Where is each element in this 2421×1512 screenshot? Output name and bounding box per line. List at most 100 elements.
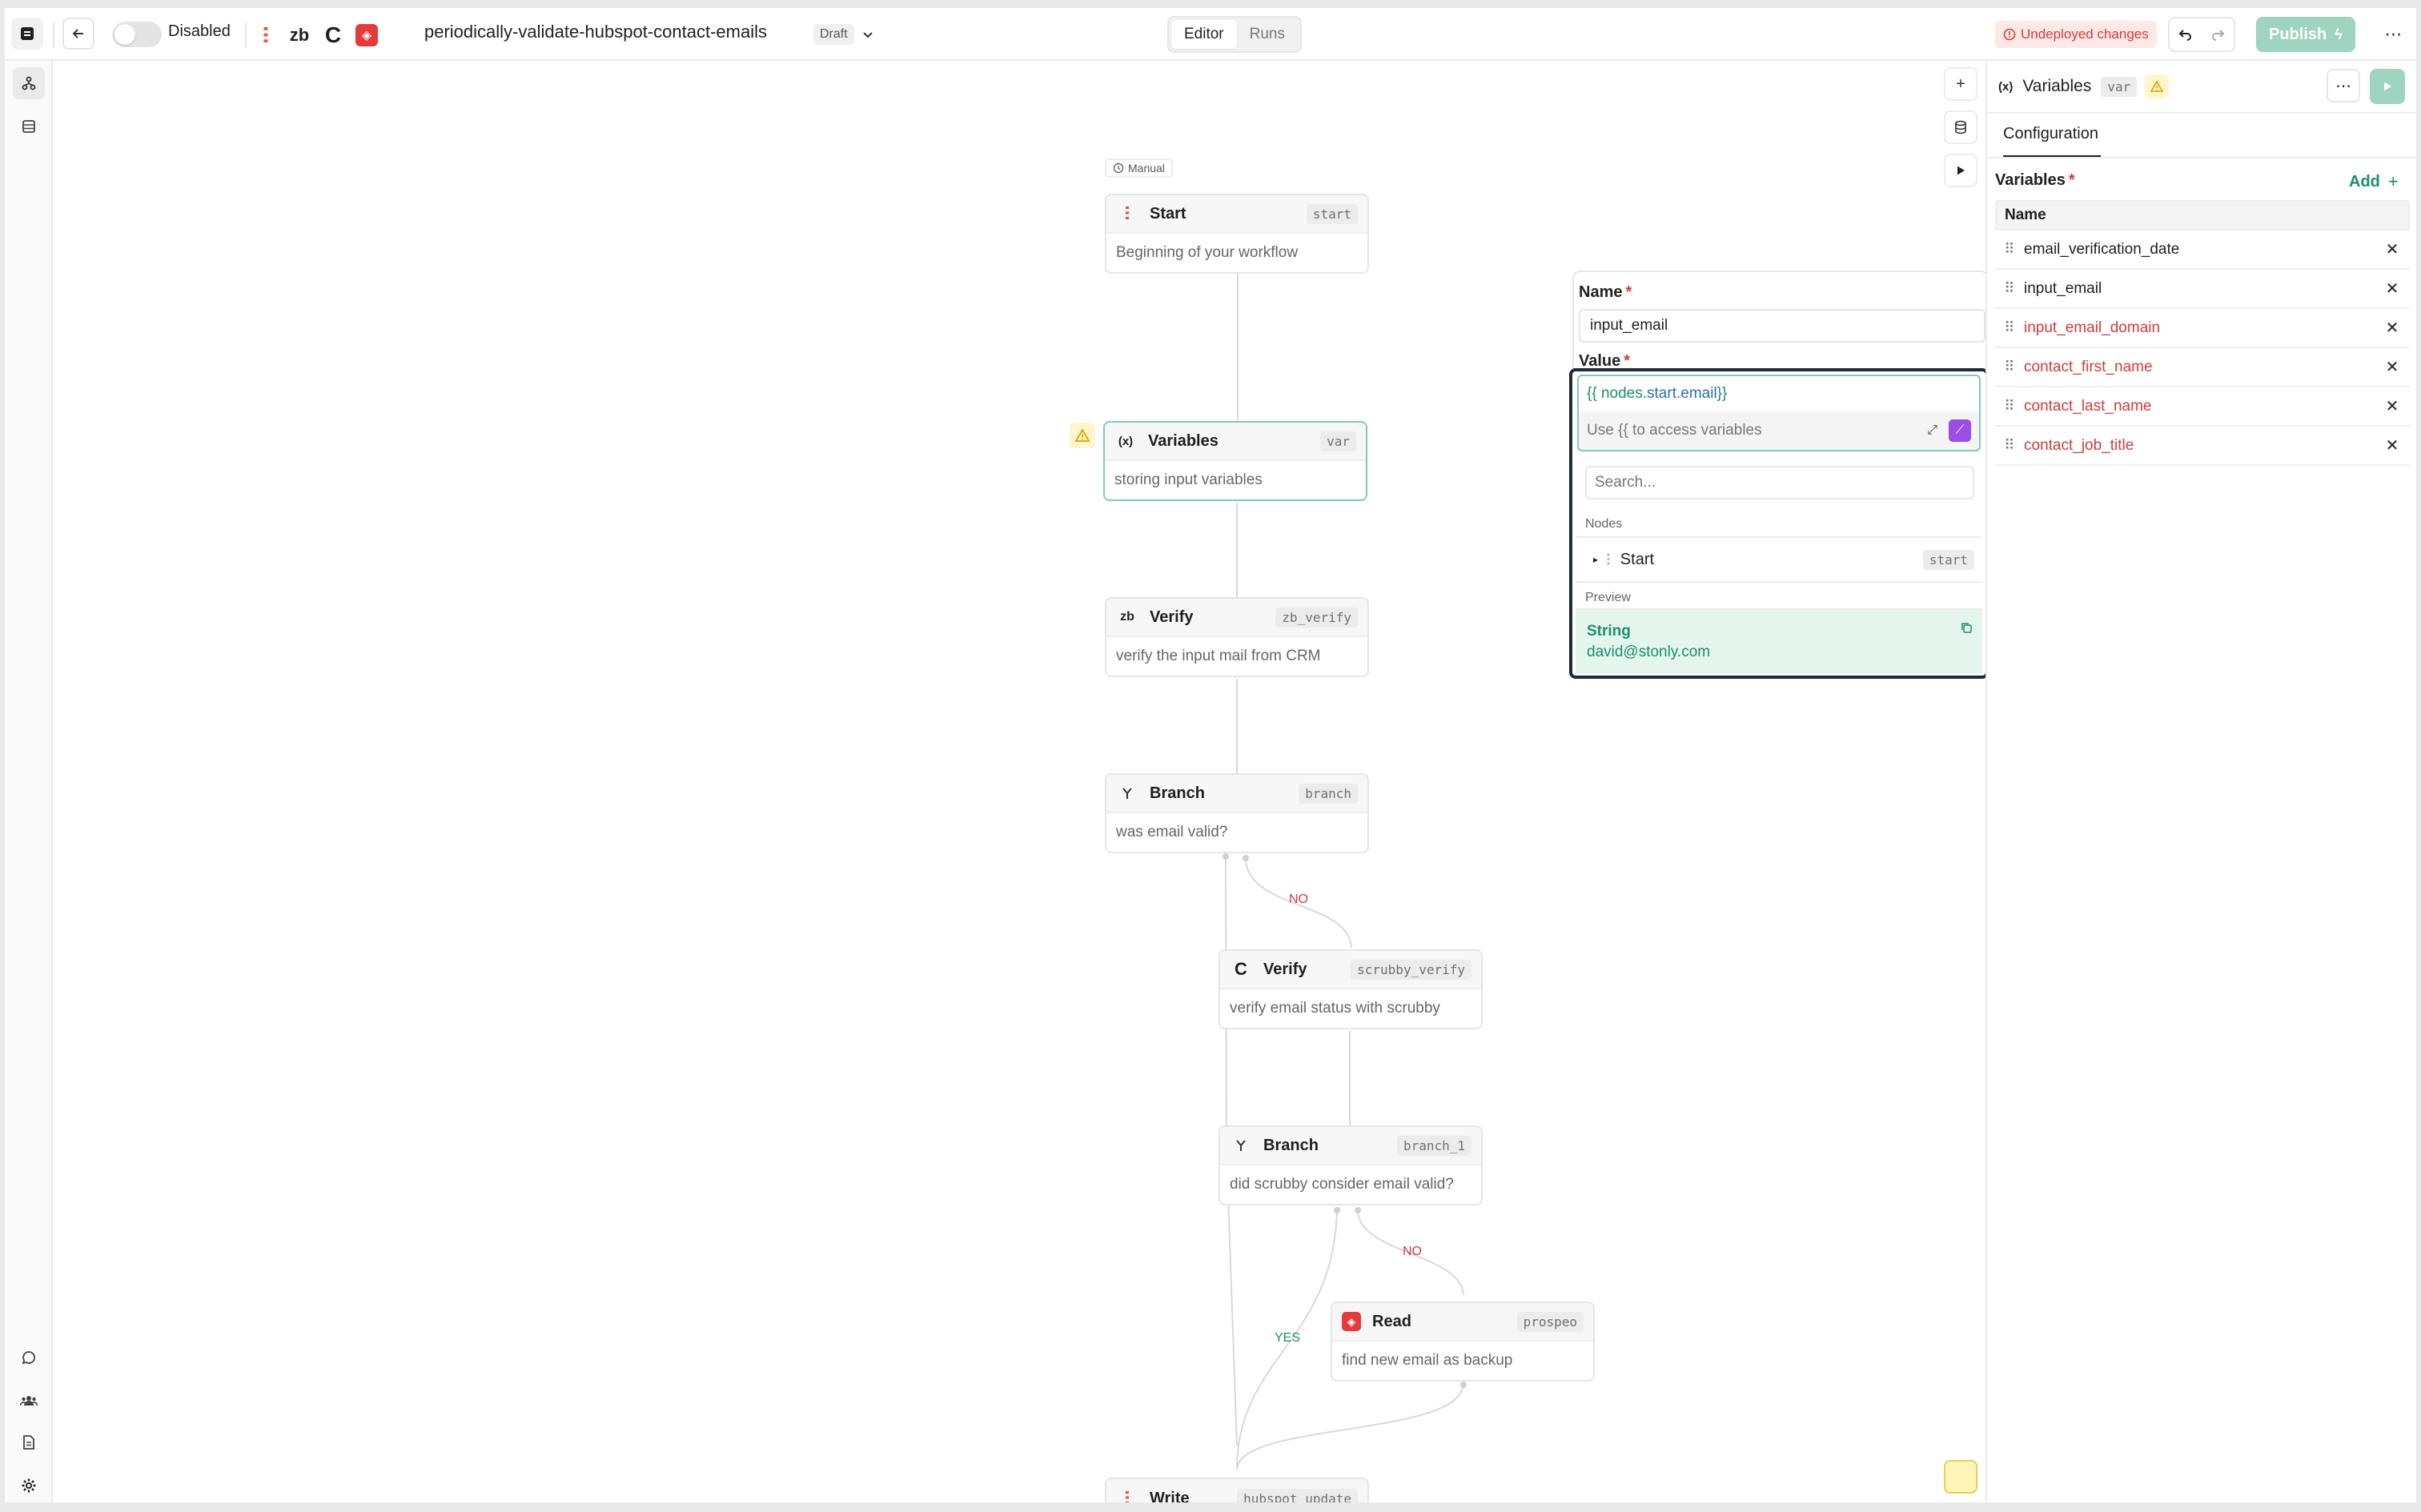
node-verify-scrubby[interactable]: C Verify scrubby_verify verify email sta…	[1219, 949, 1483, 1029]
drag-handle-icon[interactable]: ⠿	[1995, 319, 2024, 336]
edge-label-yes: YES	[1275, 1331, 1301, 1345]
branch-icon	[1230, 1134, 1252, 1157]
publish-button[interactable]: Publish ϟ	[2256, 17, 2355, 52]
variable-row[interactable]: ⠿ contact_job_title ✕	[1995, 427, 2410, 466]
variable-name-input[interactable]: input_email	[1579, 309, 1985, 343]
nodes-heading: Nodes	[1585, 517, 1623, 531]
node-variables[interactable]: (x) Variables var storing input variable…	[1103, 421, 1367, 501]
node-title: Variables	[1148, 431, 1219, 450]
bolt-icon: ϟ	[2335, 26, 2343, 42]
workflow-name[interactable]: periodically-validate-hubspot-contact-em…	[424, 22, 767, 42]
branch-icon	[1116, 782, 1138, 804]
warning-icon[interactable]	[2145, 74, 2170, 98]
variable-name: contact_first_name	[2024, 358, 2153, 375]
remove-variable-button[interactable]: ✕	[2375, 318, 2410, 338]
rail-team-button[interactable]	[13, 1385, 45, 1417]
value-expression-input[interactable]: {{ nodes. start. email }}	[1577, 375, 1981, 411]
stack-button[interactable]	[1944, 110, 1977, 144]
node-branch-1[interactable]: Branch branch_1 did scrubby consider ema…	[1219, 1125, 1483, 1205]
rail-chat-button[interactable]	[13, 1342, 45, 1374]
remove-variable-button[interactable]: ✕	[2375, 279, 2410, 299]
tab-editor[interactable]: Editor	[1171, 20, 1237, 49]
app-logo-icon[interactable]	[11, 18, 43, 50]
play-icon	[1957, 166, 1965, 175]
more-dots-icon: ⋯	[2384, 24, 2403, 44]
remove-variable-button[interactable]: ✕	[2375, 357, 2410, 377]
warning-icon[interactable]	[1070, 423, 1095, 448]
rail-settings-button[interactable]	[13, 1470, 45, 1502]
variable-name: contact_last_name	[2024, 397, 2152, 415]
prospeo-icon: ◈	[355, 24, 378, 46]
variable-name: contact_job_title	[2024, 436, 2134, 454]
drag-handle-icon[interactable]: ⠿	[1995, 398, 2024, 415]
tab-runs[interactable]: Runs	[1237, 20, 1298, 49]
panel-more-button[interactable]: ⋯	[2327, 69, 2360, 102]
node-id: hubspot_update	[1237, 1488, 1358, 1502]
node-title: Write	[1150, 1489, 1190, 1503]
redo-button[interactable]	[2202, 18, 2234, 50]
variable-name: email_verification_date	[2024, 240, 2180, 258]
variable-row[interactable]: ⠿ input_email ✕	[1995, 270, 2410, 309]
magic-wand-icon[interactable]: ⟋	[1949, 419, 1971, 442]
node-id: branch	[1299, 783, 1358, 804]
remove-variable-button[interactable]: ✕	[2375, 435, 2410, 455]
tab-configuration[interactable]: Configuration	[2003, 125, 2098, 143]
rail-docs-button[interactable]	[13, 1426, 45, 1458]
back-button[interactable]	[62, 18, 94, 50]
copy-icon[interactable]	[1960, 621, 1973, 634]
node-description: was email valid?	[1116, 824, 1228, 840]
expand-icon[interactable]: ⤢	[1927, 423, 1937, 438]
edge-label-no: NO	[1289, 892, 1308, 906]
variable-row[interactable]: ⠿ contact_first_name ✕	[1995, 348, 2410, 387]
undeployed-badge[interactable]: Undeployed changes	[1995, 21, 2157, 48]
enable-toggle[interactable]	[112, 22, 162, 47]
node-read-prospeo[interactable]: ◈ Read prospeo find new email as backup	[1331, 1301, 1595, 1382]
integration-icons: ⵗ zb C ◈	[255, 19, 378, 51]
add-variable-button[interactable]: Add +	[2349, 171, 2399, 192]
remove-variable-button[interactable]: ✕	[2375, 239, 2410, 259]
drag-handle-icon[interactable]: ⠿	[1995, 241, 2024, 258]
rail-workflow-button[interactable]	[13, 67, 45, 99]
more-menu-button[interactable]: ⋯	[2378, 18, 2410, 50]
plus-icon: +	[1956, 74, 1965, 93]
node-picker-item-start[interactable]: ▸ ⵗ Start start	[1585, 539, 1974, 580]
edge-read-write	[1236, 1382, 1464, 1470]
node-title: Verify	[1150, 608, 1194, 626]
add-node-button[interactable]: +	[1944, 67, 1977, 101]
node-description: storing input variables	[1114, 471, 1263, 488]
drag-handle-icon[interactable]: ⠿	[1995, 280, 2024, 297]
hubspot-icon: ⵗ	[262, 22, 270, 47]
node-id: zb_verify	[1275, 607, 1358, 628]
node-verify-zb[interactable]: zb Verify zb_verify verify the input mai…	[1105, 597, 1369, 677]
add-label: Add	[2349, 172, 2380, 191]
sticky-note-button[interactable]	[1944, 1460, 1977, 1494]
table-icon	[22, 120, 35, 133]
remove-variable-button[interactable]: ✕	[2375, 396, 2410, 416]
undo-button[interactable]	[2170, 18, 2202, 50]
node-branch[interactable]: Branch branch was email valid?	[1105, 773, 1369, 853]
preview-type: String	[1587, 623, 1631, 640]
status-dropdown[interactable]: Draft	[813, 22, 875, 46]
drag-handle-icon[interactable]: ⠿	[1995, 359, 2024, 375]
status-badge: Draft	[813, 24, 854, 45]
view-tabs: Editor Runs	[1167, 16, 1302, 53]
panel-run-button[interactable]	[2370, 69, 2405, 104]
rail-tables-button[interactable]	[13, 110, 45, 142]
drag-handle-icon[interactable]: ⠿	[1995, 437, 2024, 454]
edge-label-no: NO	[1403, 1245, 1422, 1258]
node-write-hubspot[interactable]: ⵗ Write hubspot_update	[1105, 1478, 1369, 1502]
variable-row[interactable]: ⠿ input_email_domain ✕	[1995, 309, 2410, 348]
scrubby-icon: C	[1235, 959, 1247, 979]
node-start[interactable]: ⵗ Start start Beginning of your workflow	[1105, 194, 1369, 274]
hubspot-icon: ⵗ	[1606, 551, 1611, 568]
users-icon	[20, 1396, 38, 1406]
trigger-label: Manual	[1128, 162, 1165, 174]
variable-row[interactable]: ⠿ contact_last_name ✕	[1995, 387, 2410, 427]
value-hint-bar: Use {{ to access variables ⤢ ⟋	[1577, 411, 1981, 451]
variables-icon: (x)	[1998, 79, 2013, 94]
run-button[interactable]	[1944, 154, 1977, 187]
node-title: Start	[1150, 204, 1186, 223]
variable-search-input[interactable]	[1585, 466, 1974, 499]
variable-row[interactable]: ⠿ email_verification_date ✕	[1995, 231, 2410, 270]
search-field[interactable]	[1587, 467, 1973, 498]
